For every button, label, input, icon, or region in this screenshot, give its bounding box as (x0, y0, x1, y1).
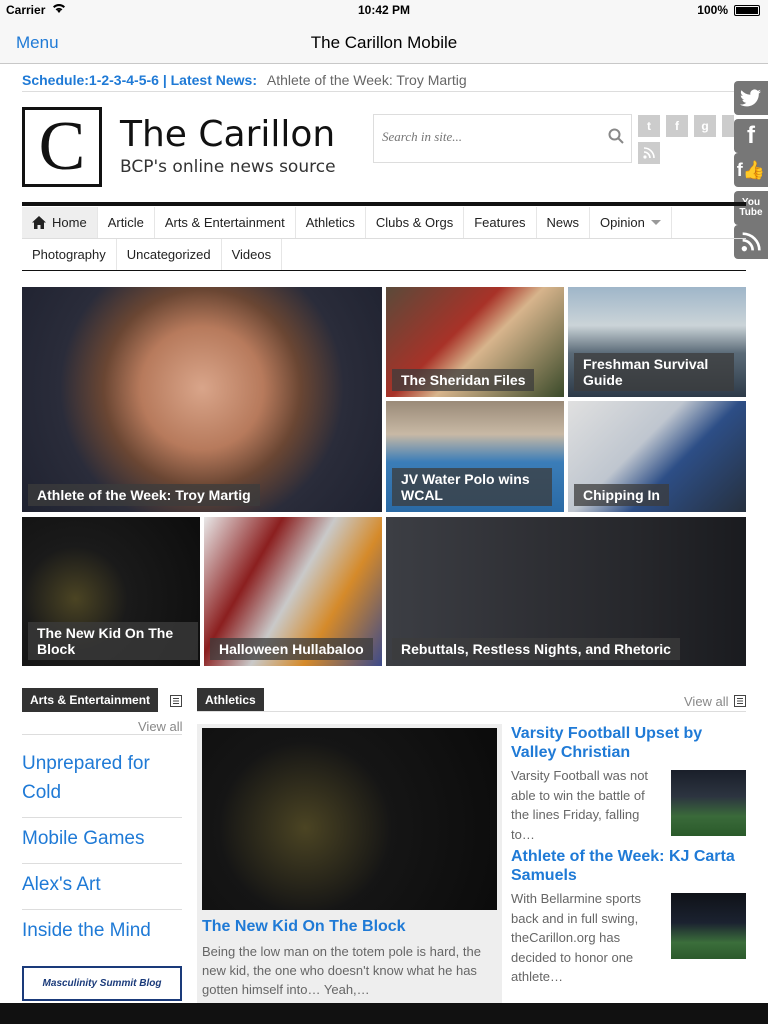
menu-item-features[interactable]: Features (464, 207, 537, 238)
featured-tile[interactable]: Halloween Hullabaloo (204, 517, 382, 666)
featured-tile[interactable]: Chipping In (568, 401, 746, 512)
story-title[interactable]: Varsity Football Upset by Valley Christi… (511, 724, 746, 762)
navigation-bar: Menu The Carillon Mobile (0, 20, 768, 64)
featured-tile[interactable]: Rebuttals, Restless Nights, and Rhetoric (386, 517, 746, 666)
story-title[interactable]: Athlete of the Week: KJ Carta Samuels (511, 847, 746, 885)
featured-caption: Chipping In (574, 484, 669, 506)
menu-divider (22, 270, 746, 271)
search-input[interactable] (382, 129, 602, 145)
arts-list: Unprepared for Cold Mobile Games Alex's … (22, 743, 182, 955)
list-item[interactable]: Mobile Games (22, 818, 182, 864)
athletics-featured-card: The New Kid On The Block Being the low m… (197, 724, 502, 1009)
menu-row: Photography Uncategorized Videos (22, 239, 746, 271)
page-title: The Carillon Mobile (310, 33, 458, 52)
clock: 10:42 PM (357, 3, 411, 17)
story-excerpt: Varsity Football was not able to win the… (511, 768, 649, 842)
menu-item-home[interactable]: Home (22, 207, 98, 238)
menu-row: Home Article Arts & Entertainment Athlet… (22, 207, 746, 239)
article-image[interactable] (202, 728, 497, 910)
view-all-link[interactable]: View all (684, 694, 729, 709)
section-divider (22, 734, 182, 735)
menu-item-athletics[interactable]: Athletics (296, 207, 366, 238)
article-title[interactable]: The New Kid On The Block (202, 918, 406, 936)
ticker-item[interactable]: Athlete of the Week: Troy Martig (267, 72, 467, 88)
featured-caption: Rebuttals, Restless Nights, and Rhetoric (392, 638, 680, 660)
featured-caption: Halloween Hullabaloo (210, 638, 373, 660)
rss-icon[interactable] (638, 142, 660, 164)
featured-caption: The Sheridan Files (392, 369, 535, 391)
article-excerpt: Being the low man on the totem pole is h… (202, 944, 481, 997)
menu-item-opinion[interactable]: Opinion (590, 207, 672, 238)
featured-tile[interactable]: The New Kid On The Block (22, 517, 200, 666)
list-icon[interactable] (734, 695, 746, 707)
section-divider (197, 711, 746, 712)
menu-item-uncategorized[interactable]: Uncategorized (117, 239, 222, 271)
list-item[interactable]: Alex's Art (22, 864, 182, 910)
story-excerpt: With Bellarmine sports back and in full … (511, 891, 642, 984)
list-item[interactable]: Inside the Mind (22, 910, 182, 955)
featured-tile[interactable]: The Sheridan Files (386, 287, 564, 397)
menu-item-article[interactable]: Article (98, 207, 155, 238)
featured-caption: Freshman Survival Guide (574, 353, 734, 391)
menu-item-news[interactable]: News (537, 207, 591, 238)
twitter-icon[interactable] (734, 81, 768, 115)
search-icon[interactable] (607, 127, 625, 145)
site-title[interactable]: The Carillon (120, 114, 335, 155)
twitter-icon[interactable]: t (638, 115, 660, 137)
featured-caption: Athlete of the Week: Troy Martig (28, 484, 260, 506)
featured-tile[interactable]: Athlete of the Week: Troy Martig (22, 287, 382, 512)
featured-caption: JV Water Polo wins WCAL (392, 468, 552, 506)
youtube-icon[interactable] (722, 115, 734, 137)
battery-percent: 100% (697, 3, 728, 17)
menu-item-videos[interactable]: Videos (222, 239, 283, 271)
header-divider (22, 202, 746, 206)
menu-item-arts-entertainment[interactable]: Arts & Entertainment (155, 207, 296, 238)
story-thumbnail[interactable] (671, 893, 746, 959)
main-menu: Home Article Arts & Entertainment Athlet… (22, 207, 746, 271)
section-label-athletics[interactable]: Athletics (197, 688, 264, 712)
athletics-story: Athlete of the Week: KJ Carta Samuels Wi… (511, 847, 746, 984)
featured-caption: The New Kid On The Block (28, 622, 198, 660)
list-item[interactable]: Unprepared for Cold (22, 743, 182, 818)
site-logo[interactable]: C (22, 107, 102, 187)
list-icon[interactable] (170, 695, 182, 707)
status-bar: Carrier 10:42 PM 100% (0, 0, 768, 20)
search-box (373, 114, 632, 163)
view-all-link[interactable]: View all (138, 719, 183, 734)
facebook-icon[interactable]: f (734, 119, 768, 153)
schedule-link[interactable]: Schedule:1-2-3-4-5-6 | Latest News: (22, 72, 257, 88)
bottom-bar (0, 1003, 768, 1024)
google-icon[interactable]: g (694, 115, 716, 137)
masculinity-summit-banner[interactable]: Masculinity Summit Blog (22, 966, 182, 1001)
featured-tile[interactable]: Freshman Survival Guide (568, 287, 746, 397)
news-ticker: Schedule:1-2-3-4-5-6 | Latest News: Athl… (22, 72, 746, 92)
facebook-like-icon[interactable]: f👍 (734, 153, 768, 187)
menu-item-photography[interactable]: Photography (22, 239, 117, 271)
section-label-arts-entertainment[interactable]: Arts & Entertainment (22, 688, 159, 712)
story-thumbnail[interactable] (671, 770, 746, 836)
home-icon (32, 216, 46, 229)
featured-tile[interactable]: JV Water Polo wins WCAL (386, 401, 564, 512)
facebook-icon[interactable]: f (666, 115, 688, 137)
battery-icon (734, 5, 760, 16)
site-tagline: BCP's online news source (120, 157, 336, 177)
chevron-down-icon (650, 220, 661, 225)
menu-item-clubs-orgs[interactable]: Clubs & Orgs (366, 207, 465, 238)
athletics-story: Varsity Football Upset by Valley Christi… (511, 724, 746, 842)
